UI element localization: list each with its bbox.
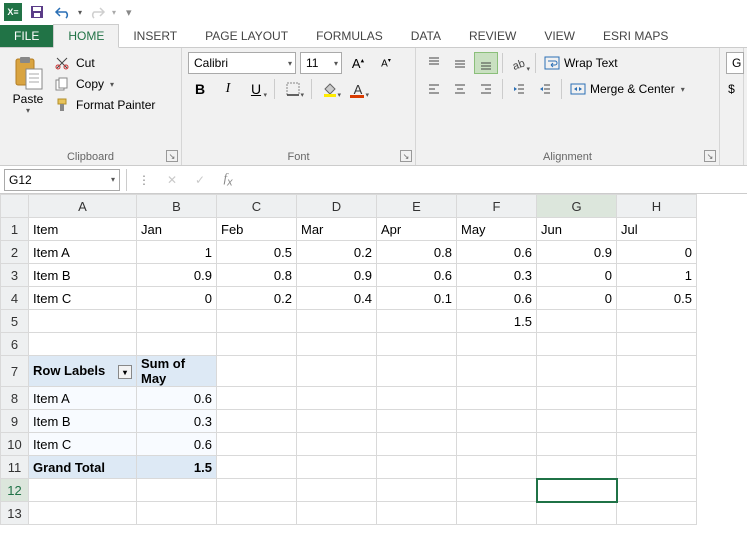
select-all-corner[interactable]: [1, 195, 29, 218]
tab-page-layout[interactable]: PAGE LAYOUT: [191, 25, 302, 47]
col-header-d[interactable]: D: [297, 195, 377, 218]
table-row: 3 Item B 0.90.80.90.60.301: [1, 264, 697, 287]
group-number-partial: G $: [720, 48, 744, 165]
borders-button[interactable]: [281, 78, 305, 100]
col-header-a[interactable]: A: [29, 195, 137, 218]
group-font: Calibri▾ 11▾ A▴ A▾ B I U A: [182, 48, 416, 165]
paste-button[interactable]: Paste ▾: [6, 52, 50, 149]
underline-button[interactable]: U: [244, 78, 268, 100]
tab-review[interactable]: REVIEW: [455, 25, 530, 47]
col-header-e[interactable]: E: [377, 195, 457, 218]
align-left-button[interactable]: [422, 78, 446, 100]
undo-button[interactable]: [52, 2, 74, 22]
tab-data[interactable]: DATA: [397, 25, 455, 47]
tab-insert[interactable]: INSERT: [119, 25, 191, 47]
formula-bar: G12▾ ⋮ ✕ ✓ fx: [0, 166, 747, 194]
italic-button[interactable]: I: [216, 78, 240, 100]
pivot-row-labels-header[interactable]: Row Labels▾: [29, 356, 137, 387]
tab-view[interactable]: VIEW: [530, 25, 589, 47]
scissors-icon: [54, 55, 70, 71]
table-row: 4 Item C 00.20.40.10.600.5: [1, 287, 697, 310]
group-alignment: ab Wrap Text Merge & Center ▾: [416, 48, 720, 165]
cut-button[interactable]: Cut: [52, 54, 157, 72]
options-button[interactable]: ⋮: [133, 169, 155, 191]
group-clipboard: Paste ▾ Cut Copy ▾ Format Painter C: [0, 48, 182, 165]
col-header-f[interactable]: F: [457, 195, 537, 218]
table-row: 11 Grand Total1.5: [1, 456, 697, 479]
table-row: 12: [1, 479, 697, 502]
tab-formulas[interactable]: FORMULAS: [302, 25, 397, 47]
clipboard-dialog-launcher[interactable]: ↘: [166, 150, 178, 162]
tab-esri-maps[interactable]: ESRI MAPS: [589, 25, 682, 47]
increase-indent-button[interactable]: [533, 78, 557, 100]
table-row: 7 Row Labels▾ Sum of May: [1, 356, 697, 387]
table-row: 10 Item C0.6: [1, 433, 697, 456]
merge-icon: [570, 81, 586, 97]
bold-button[interactable]: B: [188, 78, 212, 100]
ribbon: Paste ▾ Cut Copy ▾ Format Painter C: [0, 48, 747, 166]
redo-button[interactable]: [86, 2, 108, 22]
table-row: 5 1.5: [1, 310, 697, 333]
font-color-button[interactable]: A: [346, 78, 370, 100]
col-header-c[interactable]: C: [217, 195, 297, 218]
align-center-button[interactable]: [448, 78, 472, 100]
bucket-icon: [322, 81, 338, 97]
table-row: 9 Item B0.3: [1, 410, 697, 433]
align-bottom-button[interactable]: [474, 52, 498, 74]
cancel-button[interactable]: ✕: [161, 169, 183, 191]
currency-button[interactable]: $: [726, 78, 737, 100]
copy-icon: [54, 76, 70, 92]
svg-text:ab: ab: [512, 57, 526, 70]
table-row: 13: [1, 502, 697, 525]
enter-button[interactable]: ✓: [189, 169, 211, 191]
paintbrush-icon: [54, 97, 70, 113]
decrease-indent-button[interactable]: [507, 78, 531, 100]
tab-file[interactable]: FILE: [0, 25, 53, 47]
alignment-dialog-launcher[interactable]: ↘: [704, 150, 716, 162]
orientation-button[interactable]: ab: [507, 52, 531, 74]
quick-access-toolbar: X≡ ▾ ▾ ▾: [0, 0, 747, 24]
fill-color-button[interactable]: [318, 78, 342, 100]
worksheet-grid[interactable]: A B C D E F G H 1 Item Jan Feb Mar Apr M…: [0, 194, 747, 525]
tab-home[interactable]: HOME: [53, 24, 119, 48]
align-right-button[interactable]: [474, 78, 498, 100]
selected-cell[interactable]: [537, 479, 617, 502]
font-name-combo[interactable]: Calibri▾: [188, 52, 296, 74]
paste-label: Paste: [13, 92, 44, 106]
align-top-button[interactable]: [422, 52, 446, 74]
table-row: 1 Item Jan Feb Mar Apr May Jun Jul: [1, 218, 697, 241]
copy-button[interactable]: Copy ▾: [52, 75, 157, 93]
col-header-b[interactable]: B: [137, 195, 217, 218]
name-box[interactable]: G12▾: [4, 169, 120, 191]
table-row: 8 Item A0.6: [1, 387, 697, 410]
wrap-text-button[interactable]: Wrap Text: [540, 52, 622, 74]
col-header-g[interactable]: G: [537, 195, 617, 218]
font-size-combo[interactable]: 11▾: [300, 52, 342, 74]
table-row: 6: [1, 333, 697, 356]
align-middle-button[interactable]: [448, 52, 472, 74]
pivot-filter-dropdown[interactable]: ▾: [118, 365, 132, 379]
wrap-icon: [544, 55, 560, 71]
grow-font-button[interactable]: A▴: [346, 52, 370, 74]
border-icon: [286, 82, 300, 96]
number-format-combo[interactable]: G: [726, 52, 744, 74]
font-dialog-launcher[interactable]: ↘: [400, 150, 412, 162]
format-painter-button[interactable]: Format Painter: [52, 96, 157, 114]
save-button[interactable]: [26, 2, 48, 22]
fx-button[interactable]: fx: [217, 169, 239, 191]
formula-input[interactable]: [245, 169, 743, 191]
merge-center-button[interactable]: Merge & Center ▾: [566, 78, 689, 100]
table-row: 2 Item A 10.50.20.80.60.90: [1, 241, 697, 264]
col-header-h[interactable]: H: [617, 195, 697, 218]
ribbon-tabs: FILE HOME INSERT PAGE LAYOUT FORMULAS DA…: [0, 24, 747, 48]
excel-icon: X≡: [4, 3, 22, 21]
shrink-font-button[interactable]: A▾: [374, 52, 398, 74]
